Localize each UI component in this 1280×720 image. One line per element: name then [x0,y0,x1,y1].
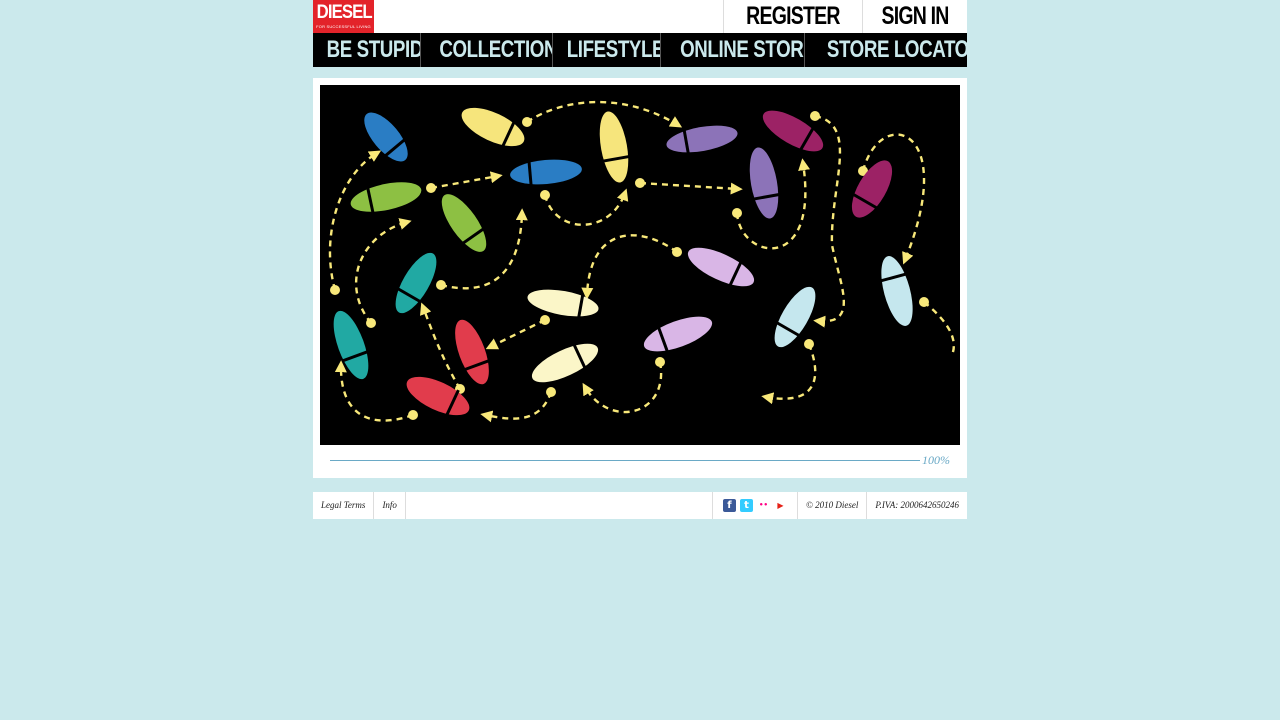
loading-progress-bar [330,460,920,461]
intro-animation[interactable] [320,85,960,445]
footprints [333,107,913,417]
legal-terms-link[interactable]: Legal Terms [313,492,375,519]
vat-number: P.IVA: 2000642650246 [875,500,959,510]
flickr-icon[interactable]: •• [756,499,770,512]
social-links: f t •• ▶ [713,492,798,519]
nav-item-store-locator[interactable]: STORE LOCATOR [805,33,967,67]
youtube-icon[interactable]: ▶ [773,499,787,512]
nav-item-lifestyle[interactable]: LIFESTYLE [553,33,661,67]
account-links: REGISTER SIGN IN [723,0,967,33]
copyright-text: © 2010 Diesel [798,492,868,519]
dance-steps-illustration [328,100,955,423]
nav-label: BE STUPID [326,36,421,63]
diesel-logo[interactable]: DIESEL FOR SUCCESSFUL LIVING [313,0,374,33]
intro-panel: 100% [313,78,967,478]
logo-word: DIESEL [316,2,373,23]
loading-progress-fill [330,460,920,461]
footer: Legal Terms Info f t •• ▶ © 2010 Diesel … [313,492,967,519]
nav-item-be-stupid[interactable]: BE STUPID [313,33,421,67]
twitter-icon[interactable]: t [739,499,753,512]
top-bar: DIESEL FOR SUCCESSFUL LIVING REGISTER SI… [313,0,967,33]
register-link[interactable]: REGISTER [723,0,862,33]
page-container: DIESEL FOR SUCCESSFUL LIVING REGISTER SI… [313,0,967,519]
nav-item-collections[interactable]: COLLECTIONS [421,33,553,67]
loading-progress-label: 100% [922,453,950,467]
nav-label: COLLECTIONS [439,36,552,63]
logo-tagline: FOR SUCCESSFUL LIVING [316,24,371,29]
main-nav: BE STUPID COLLECTIONS LIFESTYLE ONLINE S… [313,33,967,67]
nav-label: STORE LOCATOR [826,36,967,63]
nav-item-online-store[interactable]: ONLINE STORE [661,33,805,67]
sign-in-link[interactable]: SIGN IN [861,0,967,33]
sign-in-label: SIGN IN [881,2,949,30]
facebook-icon[interactable]: f [722,499,736,512]
register-label: REGISTER [746,2,840,30]
nav-label: LIFESTYLE [566,36,661,63]
nav-label: ONLINE STORE [680,36,805,63]
footer-spacer [406,492,713,519]
info-link[interactable]: Info [374,492,406,519]
